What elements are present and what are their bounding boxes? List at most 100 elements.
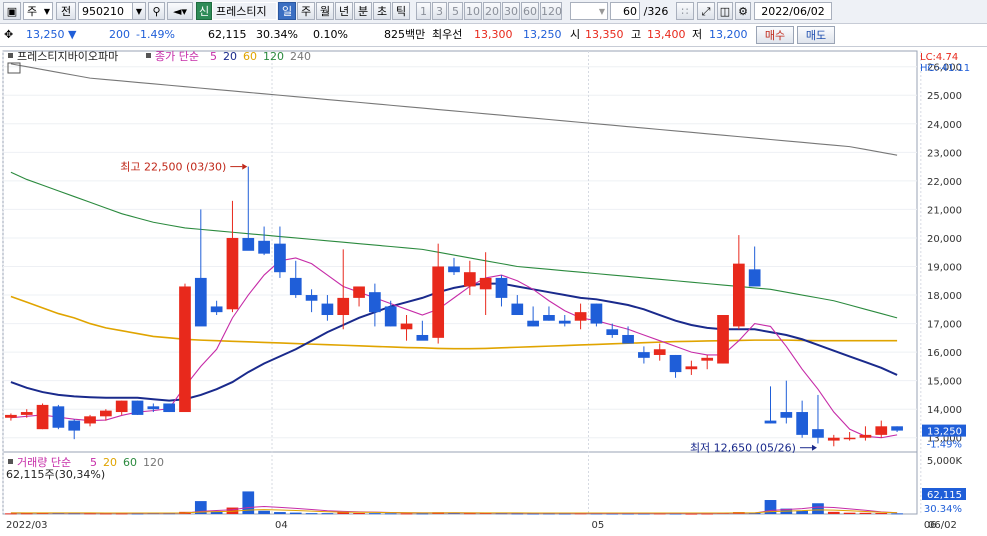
candle-body	[543, 315, 555, 321]
candle-body	[638, 352, 650, 358]
open-value: 13,350	[585, 28, 624, 41]
x-tick-label: 04	[275, 520, 288, 531]
period-tab-0[interactable]: 일	[278, 2, 296, 20]
period-tab-3[interactable]: 년	[335, 2, 353, 20]
minute-step-7[interactable]: 120	[540, 2, 562, 20]
volume-bar	[400, 513, 413, 515]
volume-bar	[369, 513, 381, 515]
grid-icon[interactable]: ∷	[676, 2, 694, 20]
volume-bar	[289, 512, 302, 514]
minute-step-2[interactable]: 5	[448, 2, 463, 20]
legend-marker-icon	[146, 53, 151, 58]
market-label: 주	[27, 5, 38, 18]
current-price: 13,250 ▼	[26, 27, 76, 43]
y-tick-label: 19,000	[927, 262, 962, 273]
candle-body	[622, 334, 634, 344]
candle-body	[194, 277, 207, 327]
date-field[interactable]: 2022/06/02	[754, 2, 832, 20]
legend-vol-120: 120	[143, 456, 164, 469]
down-triangle-icon: ▼	[68, 28, 77, 41]
candle-body	[384, 306, 397, 327]
x-tick-label: 2022/03	[6, 520, 48, 531]
unit-select[interactable]: ▼	[570, 2, 608, 20]
y-tick-label: 15,000	[927, 377, 962, 388]
candle	[52, 404, 65, 430]
candle-body	[147, 406, 160, 410]
period-tab-1[interactable]: 주	[297, 2, 315, 20]
legend-vol-60: 60	[123, 456, 137, 469]
candle-body	[479, 277, 492, 290]
candle-body	[84, 416, 96, 424]
speaker-icon[interactable]: ◄▾	[167, 2, 193, 20]
candle-body	[321, 303, 334, 316]
candle-body	[827, 437, 840, 441]
high-value: 13,400	[647, 28, 686, 41]
top-toolbar: ▣ 주 ▼ 전 950210 ▼ ⚲ ◄▾ 신 프레스티지 ▼ 60 /326 ∷…	[0, 0, 987, 24]
legend-ma-prefix: 종가 단순	[155, 50, 199, 63]
chart-menu-icon[interactable]: ▣	[3, 2, 21, 20]
candle-body	[495, 277, 508, 298]
x-tick-label: 05	[592, 520, 605, 531]
minute-step-0[interactable]: 1	[416, 2, 431, 20]
minute-step-3[interactable]: 10	[464, 2, 482, 20]
buy-button[interactable]: 매수	[756, 26, 794, 44]
volume-bar	[274, 512, 286, 514]
volume-bar	[353, 513, 365, 515]
code-dropdown-icon[interactable]: ▼	[132, 2, 146, 20]
legend-ma-5: 5	[210, 50, 217, 63]
price-chart[interactable]: 13,00014,00015,00016,00017,00018,00019,0…	[0, 47, 987, 536]
minute-step-6[interactable]: 60	[521, 2, 539, 20]
y-tick-label: 25,000	[927, 91, 962, 102]
candle-body	[780, 412, 793, 418]
candle-body	[558, 320, 571, 324]
period-tab-4[interactable]: 분	[354, 2, 372, 20]
candle-body	[258, 240, 270, 254]
candle	[590, 303, 603, 327]
volume-bar	[812, 503, 824, 514]
legend-stock-name: 프레스티지바이오파마	[17, 50, 118, 63]
minute-step-5[interactable]: 30	[502, 2, 520, 20]
sell-button[interactable]: 매도	[797, 26, 835, 44]
minute-step-1[interactable]: 3	[432, 2, 447, 20]
turnover-pct: 30.34%	[256, 28, 298, 41]
candle-body	[859, 434, 872, 438]
period-tab-6[interactable]: 틱	[392, 2, 410, 20]
volume-bar	[827, 511, 840, 514]
total-count: /326	[640, 2, 672, 20]
candle-body	[748, 269, 761, 287]
legend-ma-20: 20	[223, 50, 237, 63]
candle-body	[210, 306, 223, 313]
volume-axis-top: 5,000K	[927, 456, 963, 467]
y-tick-label: 22,000	[927, 177, 962, 188]
candle-body	[891, 426, 903, 431]
open-label: 시	[570, 28, 581, 41]
chevron-down-icon: ▼	[598, 7, 605, 16]
candle	[131, 400, 144, 415]
candle-body	[590, 303, 603, 324]
minute-step-4[interactable]: 20	[483, 2, 501, 20]
change-pct: -1.49%	[136, 28, 175, 41]
candle-body	[305, 295, 318, 301]
candle-body	[653, 349, 666, 355]
search-icon[interactable]: ⚲	[148, 2, 165, 20]
candle-body	[369, 292, 381, 313]
period-tab-5[interactable]: 초	[373, 2, 391, 20]
volume-value: 62,115	[208, 28, 247, 41]
period-tab-2[interactable]: 월	[316, 2, 334, 20]
save-icon[interactable]: ◫	[717, 2, 733, 20]
view-count-input[interactable]: 60	[610, 2, 640, 20]
prev-button[interactable]: 전	[56, 2, 76, 20]
candle-body	[52, 406, 65, 428]
crosshair-icon[interactable]: ⤢	[697, 2, 715, 20]
candle-body	[179, 286, 191, 413]
price-pct: -1.49%	[927, 440, 962, 451]
change-value: 200	[109, 28, 130, 41]
legend-ma-60: 60	[243, 50, 257, 63]
volume-bar	[305, 513, 318, 515]
volume-bar	[321, 513, 334, 515]
market-select[interactable]: 주 ▼	[23, 2, 53, 20]
chevron-down-icon: ▼	[43, 7, 50, 16]
volume-tag: 62,115	[927, 490, 962, 501]
expand-icon[interactable]: ✥	[4, 27, 18, 43]
gear-icon[interactable]: ⚙	[735, 2, 751, 20]
